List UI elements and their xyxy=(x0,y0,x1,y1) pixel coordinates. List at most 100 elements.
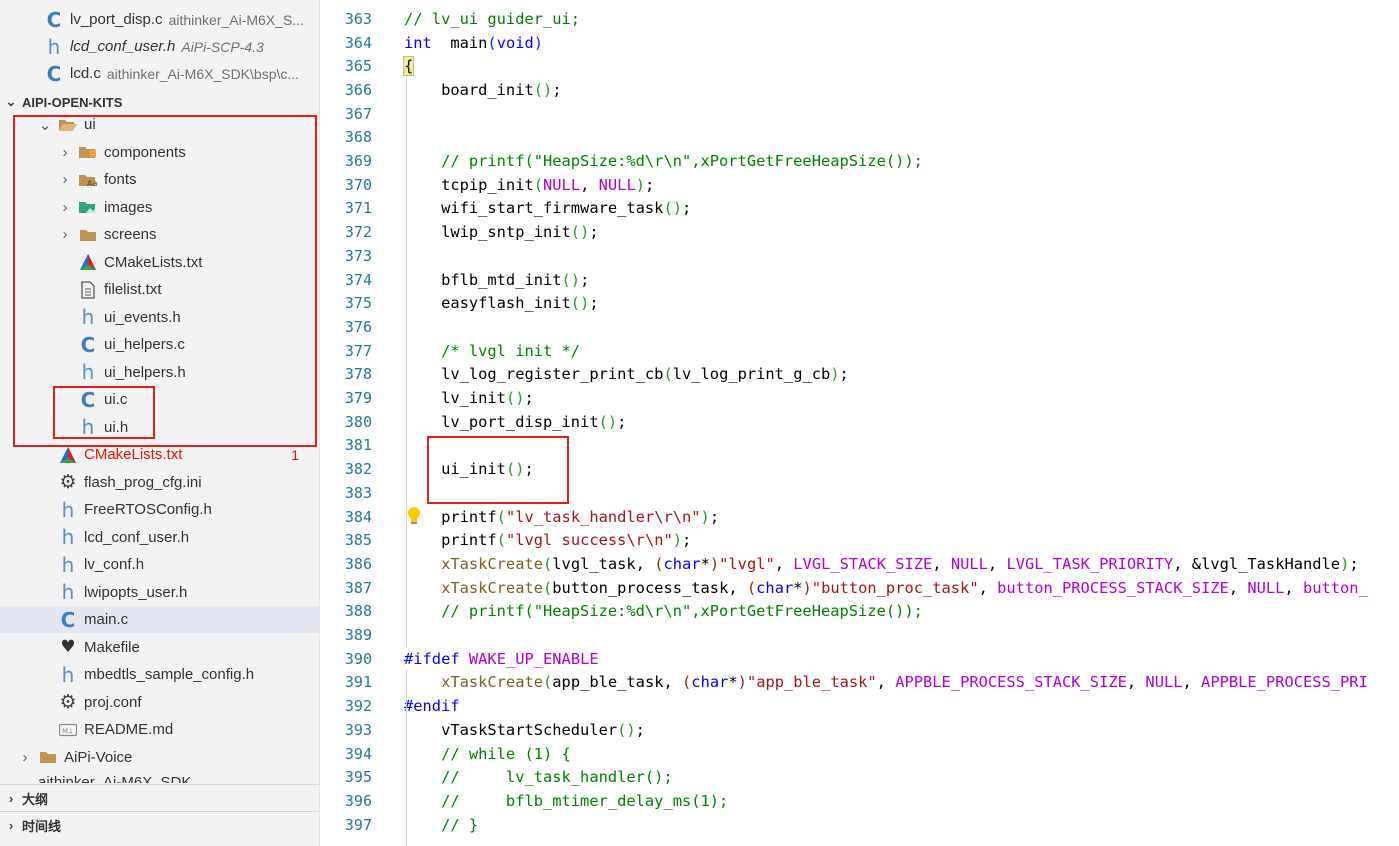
code-line[interactable]: 385 printf("lvgl success\r\n"); xyxy=(320,528,1399,552)
code-token: , xyxy=(774,554,794,573)
code-line[interactable]: 363 // lv_ui guider_ui; xyxy=(320,7,1399,31)
code-line[interactable]: 384 printf("lv_task_handler\r\n"); xyxy=(320,505,1399,529)
code-line[interactable]: 382 ui_init(); xyxy=(320,457,1399,481)
code-token: ; xyxy=(552,80,562,99)
code-line[interactable]: 387 xTaskCreate(button_process_task, (ch… xyxy=(320,576,1399,600)
tree-item[interactable]: h mbedtls_sample_config.h xyxy=(0,661,319,688)
code-line[interactable]: 395 // lv_task_handler(); xyxy=(320,765,1399,789)
tree-item[interactable]: Cui_helpers.c xyxy=(0,331,319,358)
folder-open-icon xyxy=(58,115,78,135)
line-number: 389 xyxy=(344,626,372,645)
code-line[interactable]: 381 xyxy=(320,434,1399,458)
code-line[interactable]: 376 xyxy=(320,315,1399,339)
chevron-right-icon[interactable]: › xyxy=(58,144,72,161)
code-text: ui_init(); xyxy=(404,460,534,478)
tree-item[interactable]: h ui.h xyxy=(0,414,319,441)
tree-item[interactable]: CMakeLists.txt xyxy=(0,249,319,276)
code-token: ( xyxy=(543,673,553,692)
folder-icon xyxy=(38,747,58,767)
code-line[interactable]: 388 // printf("HeapSize:%d\r\n",xPortGet… xyxy=(320,600,1399,624)
code-line[interactable]: 397 // } xyxy=(320,813,1399,837)
open-editor-item[interactable]: h lcd_conf_user.h AiPi-SCP-4.3 xyxy=(0,33,319,60)
code-token: // while (1) { xyxy=(404,744,571,763)
open-editor-item[interactable]: Clv_port_disp.c aithinker_Ai-M6X_S... xyxy=(0,6,319,33)
code-token: NULL xyxy=(1247,578,1285,597)
code-line[interactable]: 380 lv_port_disp_init(); xyxy=(320,410,1399,434)
code-text: xTaskCreate(app_ble_task, (char*)"app_bl… xyxy=(404,673,1368,691)
chevron-right-icon[interactable]: › xyxy=(58,226,72,243)
code-line[interactable]: 378 lv_log_register_print_cb(lv_log_prin… xyxy=(320,363,1399,387)
line-number: 369 xyxy=(344,152,372,171)
code-line[interactable]: 386 xTaskCreate(lvgl_task, (char*)"lvgl"… xyxy=(320,552,1399,576)
tree-item[interactable]: Cui.c xyxy=(0,386,319,413)
open-editor-item[interactable]: Clcd.c aithinker_Ai-M6X_SDK\bsp\c... xyxy=(0,60,319,87)
tree-item[interactable]: ⌄ ui xyxy=(0,111,319,138)
tree-item[interactable]: h lv_conf.h xyxy=(0,551,319,578)
code-line[interactable]: 377 /* lvgl init */ xyxy=(320,339,1399,363)
indent-guide xyxy=(406,78,407,648)
code-text: lwip_sntp_init(); xyxy=(404,223,599,241)
code-token: lv_log_print_g_cb xyxy=(672,365,831,384)
tree-item[interactable]: h lcd_conf_user.h xyxy=(0,524,319,551)
code-editor[interactable]: 363// lv_ui guider_ui; 364 int main(void) 3… xyxy=(320,0,1399,846)
tree-item[interactable]: ⚙ flash_prog_cfg.ini xyxy=(0,469,319,496)
code-text: // lv_task_handler(); xyxy=(404,768,673,786)
tree-item[interactable]: CMakeLists.txt 1 xyxy=(0,441,319,468)
h-file-icon: h xyxy=(61,525,75,549)
tree-item[interactable]: Cmain.c xyxy=(0,606,319,633)
code-line[interactable]: 389 xyxy=(320,623,1399,647)
tree-item[interactable]: ♥ Makefile xyxy=(0,634,319,661)
line-number: 390 xyxy=(344,649,372,668)
code-line[interactable]: 369 // printf("HeapSize:%d\r\n",xPortGet… xyxy=(320,149,1399,173)
code-text: easyflash_init(); xyxy=(404,294,599,312)
tree-item[interactable]: h FreeRTOSConfig.h xyxy=(0,496,319,523)
timeline-section-header[interactable]: › 时间线 xyxy=(0,811,319,838)
tree-item[interactable]: › AiPi-Voice xyxy=(0,744,319,771)
code-line[interactable]: 379 lv_init(); xyxy=(320,386,1399,410)
gear-icon: ⚙ xyxy=(59,471,77,493)
code-line[interactable]: 371 wifi_start_firmware_task(); xyxy=(320,197,1399,221)
code-line[interactable]: 383 xyxy=(320,481,1399,505)
code-line[interactable]: 396 // bflb_mtimer_delay_ms(1); xyxy=(320,789,1399,813)
tree-item[interactable]: › images xyxy=(0,194,319,221)
code-line[interactable]: 394 // while (1) { xyxy=(320,742,1399,766)
tree-item[interactable]: › screens xyxy=(0,221,319,248)
code-text: // while (1) { xyxy=(404,745,571,763)
code-line[interactable]: 375 easyflash_init(); xyxy=(320,291,1399,315)
code-token: button_ xyxy=(1302,578,1368,597)
code-line[interactable]: 393 vTaskStartScheduler(); xyxy=(320,718,1399,742)
tree-item[interactable]: h ui_events.h xyxy=(0,304,319,331)
tree-item[interactable]: › Aa fonts xyxy=(0,166,319,193)
code-line[interactable]: 372 lwip_sntp_init(); xyxy=(320,220,1399,244)
code-line[interactable]: 374 bflb_mtd_init(); xyxy=(320,268,1399,292)
tree-item[interactable]: h ui_helpers.h xyxy=(0,359,319,386)
chevron-down-icon[interactable]: ⌄ xyxy=(38,116,52,134)
tree-item-partial[interactable]: aithinker_Ai-M6X_SDK xyxy=(0,773,319,784)
tree-item[interactable]: M↓ README.md xyxy=(0,716,319,743)
code-line[interactable]: 368 xyxy=(320,126,1399,150)
chevron-right-icon[interactable]: › xyxy=(18,749,32,766)
code-line[interactable]: 373 xyxy=(320,244,1399,268)
outline-section-header[interactable]: › 大纲 xyxy=(0,784,319,811)
tree-item[interactable]: ⚙ proj.conf xyxy=(0,689,319,716)
tree-item[interactable]: › components xyxy=(0,139,319,166)
chevron-right-icon[interactable]: › xyxy=(58,199,72,216)
code-line[interactable]: 367 xyxy=(320,102,1399,126)
code-line[interactable]: 364 int main(void) xyxy=(320,31,1399,55)
code-line[interactable]: 391 xTaskCreate(app_ble_task, (char*)"ap… xyxy=(320,671,1399,695)
code-token: button_PROCESS_STACK_SIZE xyxy=(997,578,1229,597)
makefile-icon: ♥ xyxy=(60,637,76,657)
open-editor-label: lcd_conf_user.h xyxy=(70,38,176,55)
code-line[interactable]: 365 { xyxy=(320,54,1399,78)
lightbulb-icon[interactable] xyxy=(406,506,424,528)
chevron-right-icon[interactable]: › xyxy=(58,171,72,188)
code-text: printf("lvgl success\r\n"); xyxy=(404,531,691,549)
code-line[interactable]: 366 board_init(); xyxy=(320,78,1399,102)
tree-item[interactable]: h lwipopts_user.h xyxy=(0,579,319,606)
code-line[interactable]: 370 tcpip_init(NULL, NULL); xyxy=(320,173,1399,197)
tree-item[interactable]: filelist.txt xyxy=(0,276,319,303)
code-line[interactable]: 390 #ifdef WAKE_UP_ENABLE xyxy=(320,647,1399,671)
tree-item-label: ui xyxy=(84,116,96,133)
code-line[interactable]: 392 #endif xyxy=(320,694,1399,718)
code-token: // lv_ui guider_ui; xyxy=(404,9,581,28)
